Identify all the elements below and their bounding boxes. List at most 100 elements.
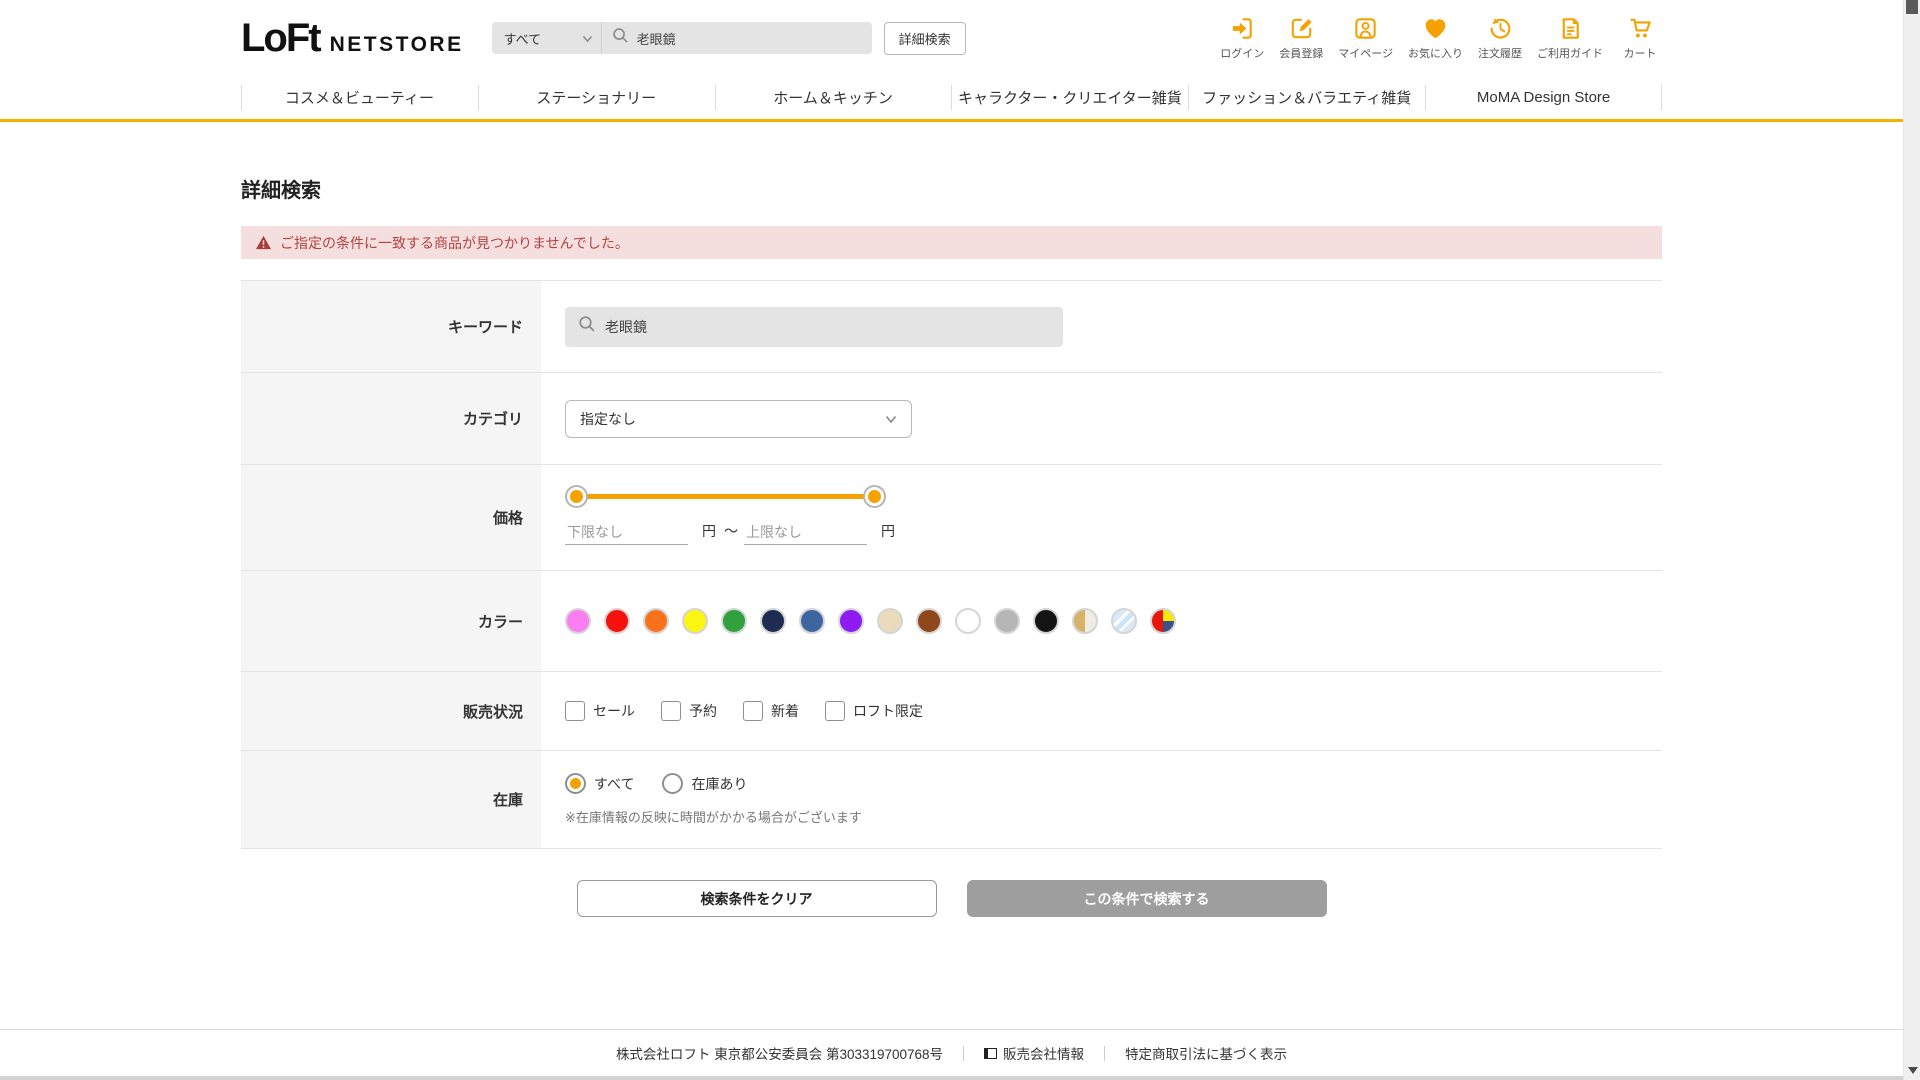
form-buttons: 検索条件をクリア この条件で検索する xyxy=(241,880,1662,917)
price-max-input[interactable] xyxy=(744,522,867,545)
main-nav: コスメ＆ビューティー ステーショナリー ホーム＆キッチン キャラクター・クリエイター雑… xyxy=(0,76,1903,122)
keyword-content xyxy=(541,281,1662,372)
color-swatch-clear[interactable] xyxy=(1111,608,1137,634)
checkbox-reserve[interactable]: 予約 xyxy=(661,701,717,721)
price-range-slider[interactable] xyxy=(565,485,886,508)
price-row: 価格 円 ～ 円 xyxy=(241,465,1662,571)
checkbox-new[interactable]: 新着 xyxy=(743,701,799,721)
nav-item-moma[interactable]: MoMA Design Store xyxy=(1425,76,1662,119)
header-search-input[interactable] xyxy=(636,30,862,46)
keyword-input-wrap xyxy=(565,306,1063,347)
category-content: 指定なし xyxy=(541,373,1662,464)
color-swatch-orange[interactable] xyxy=(643,608,669,634)
search-submit-button[interactable]: この条件で検索する xyxy=(966,880,1327,917)
color-swatch-multicolor[interactable] xyxy=(1150,608,1176,634)
user-nav-order-history[interactable]: 注文履歴 xyxy=(1478,15,1522,61)
color-label: カラー xyxy=(241,571,541,671)
scrollbar-thumb[interactable] xyxy=(1906,0,1918,14)
cart-icon xyxy=(1627,15,1654,42)
user-nav-cart[interactable]: カート xyxy=(1618,15,1662,61)
color-swatch-brown[interactable] xyxy=(916,608,942,634)
user-nav-favorites[interactable]: お気に入り xyxy=(1408,15,1463,61)
nav-item-fashion[interactable]: ファッション＆バラエティ雑貨 xyxy=(1188,76,1425,119)
vertical-scrollbar[interactable] xyxy=(1903,0,1920,1080)
scrollbar-down-arrow-icon[interactable] xyxy=(1908,1067,1918,1074)
stock-row: 在庫 すべて 在庫あり ※在庫情報の反映に時間がかかる場合がございます xyxy=(241,751,1662,849)
radio-circle[interactable] xyxy=(662,773,684,794)
checkbox-loft-only[interactable]: ロフト限定 xyxy=(825,701,923,721)
category-label: カテゴリ xyxy=(241,373,541,464)
nav-item-cosme[interactable]: コスメ＆ビューティー xyxy=(241,76,478,119)
header-search-group: すべて 詳細検索 xyxy=(491,21,966,55)
color-swatch-green[interactable] xyxy=(721,608,747,634)
radio-in-stock[interactable]: 在庫あり xyxy=(662,773,747,794)
checkbox-box[interactable] xyxy=(661,701,681,721)
alert-text: ご指定の条件に一致する商品が見つかりませんでした。 xyxy=(280,234,629,251)
radio-all[interactable]: すべて xyxy=(565,773,634,794)
checkbox-box[interactable] xyxy=(825,701,845,721)
history-icon xyxy=(1487,15,1514,42)
checkbox-sale[interactable]: セール xyxy=(565,701,635,721)
logo-loft-text: LoFt xyxy=(241,16,322,60)
price-slider-handle-min[interactable] xyxy=(565,485,588,508)
color-swatch-beige[interactable] xyxy=(877,608,903,634)
price-min-input[interactable] xyxy=(565,522,688,545)
color-swatch-purple[interactable] xyxy=(838,608,864,634)
stock-controls: すべて 在庫あり ※在庫情報の反映に時間がかかる場合がございます xyxy=(565,773,862,826)
user-nav-mypage[interactable]: マイページ xyxy=(1338,15,1393,61)
footer-link-seller-info[interactable]: 販売会社情報 xyxy=(984,1043,1084,1063)
heart-icon xyxy=(1422,15,1449,42)
checkbox-box[interactable] xyxy=(743,701,763,721)
sales-status-label: 販売状況 xyxy=(241,672,541,750)
color-swatch-gold[interactable] xyxy=(1072,608,1098,634)
user-nav-login[interactable]: ログイン xyxy=(1220,15,1264,61)
color-swatch-blue[interactable] xyxy=(799,608,825,634)
price-slider-handle-max[interactable] xyxy=(863,485,886,508)
color-swatch-red[interactable] xyxy=(604,608,630,634)
keyword-input[interactable] xyxy=(605,318,1050,335)
category-select[interactable]: 指定なし xyxy=(565,399,912,438)
user-nav: ログイン 会員登録 マイページ お気に入り 注文履歴 ご利用ガイド カート xyxy=(1220,15,1662,61)
horizontal-scrollbar[interactable] xyxy=(0,1076,1903,1080)
keyword-label: キーワード xyxy=(241,281,541,372)
price-controls: 円 ～ 円 xyxy=(565,485,895,545)
color-swatch-gray[interactable] xyxy=(994,608,1020,634)
user-nav-label: お気に入り xyxy=(1408,48,1463,60)
loft-logo[interactable]: LoFt NETSTORE xyxy=(241,18,464,58)
color-swatch-white[interactable] xyxy=(955,608,981,634)
nav-item-home-kitchen[interactable]: ホーム＆キッチン xyxy=(714,76,952,119)
footer-inner: 株式会社ロフト 東京都公安委員会 第303319700768号 販売会社情報 特… xyxy=(616,1043,1287,1063)
color-swatch-yellow[interactable] xyxy=(682,608,708,634)
sales-status-content: セール 予約 新着 ロフト限定 xyxy=(541,672,1662,750)
main-content: 詳細検索 ご指定の条件に一致する商品が見つかりませんでした。 キーワード 老眼鏡… xyxy=(241,174,1662,917)
user-nav-label: マイページ xyxy=(1338,48,1393,60)
window-icon xyxy=(984,1047,998,1059)
user-nav-register[interactable]: 会員登録 xyxy=(1279,15,1323,61)
header-search-box xyxy=(601,22,872,54)
detail-search-button[interactable]: 詳細検索 xyxy=(883,21,966,55)
checkbox-box[interactable] xyxy=(565,701,585,721)
nav-item-stationery[interactable]: ステーショナリー xyxy=(477,76,715,119)
radio-circle[interactable] xyxy=(565,773,586,794)
chevron-down-icon xyxy=(885,411,897,427)
price-tilde: ～ xyxy=(724,523,738,539)
nav-item-character[interactable]: キャラクター・クリエイター雑貨 xyxy=(951,76,1188,119)
search-icon xyxy=(612,27,629,49)
stock-label: 在庫 xyxy=(241,751,541,848)
footer-link-label: 販売会社情報 xyxy=(1003,1047,1085,1062)
search-scope-select[interactable]: すべて xyxy=(491,22,602,54)
color-swatch-black[interactable] xyxy=(1033,608,1059,634)
user-nav-guide[interactable]: ご利用ガイド xyxy=(1537,15,1603,61)
footer-link-label: 特定商取引法に基づく表示 xyxy=(1125,1047,1288,1062)
color-row: カラー xyxy=(241,571,1662,672)
color-content xyxy=(541,571,1662,671)
clear-conditions-button[interactable]: 検索条件をクリア xyxy=(576,880,937,917)
keyword-row: キーワード xyxy=(241,281,1662,373)
stock-options: すべて 在庫あり xyxy=(565,773,862,794)
color-swatch-list xyxy=(565,608,1176,634)
color-swatch-navy[interactable] xyxy=(760,608,786,634)
login-icon xyxy=(1229,15,1256,42)
sales-status-row: 販売状況 セール 予約 新着 ロフト限定 xyxy=(241,672,1662,751)
footer-link-commerce-law[interactable]: 特定商取引法に基づく表示 xyxy=(1125,1043,1287,1063)
color-swatch-pink[interactable] xyxy=(565,608,591,634)
